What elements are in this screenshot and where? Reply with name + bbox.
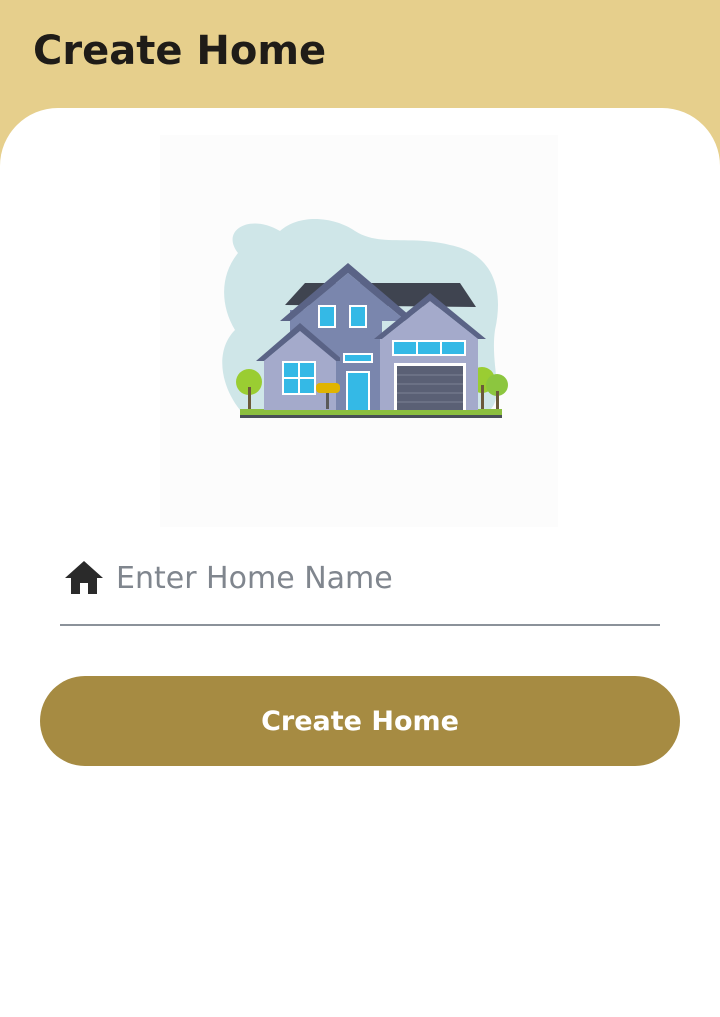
home-name-field-row xyxy=(60,540,660,626)
home-name-input[interactable] xyxy=(116,550,652,606)
page-title: Create Home xyxy=(33,28,327,74)
app-header: Create Home xyxy=(0,0,720,110)
home-icon xyxy=(64,558,104,598)
create-home-button[interactable]: Create Home xyxy=(40,676,680,766)
house-illustration xyxy=(160,135,558,527)
